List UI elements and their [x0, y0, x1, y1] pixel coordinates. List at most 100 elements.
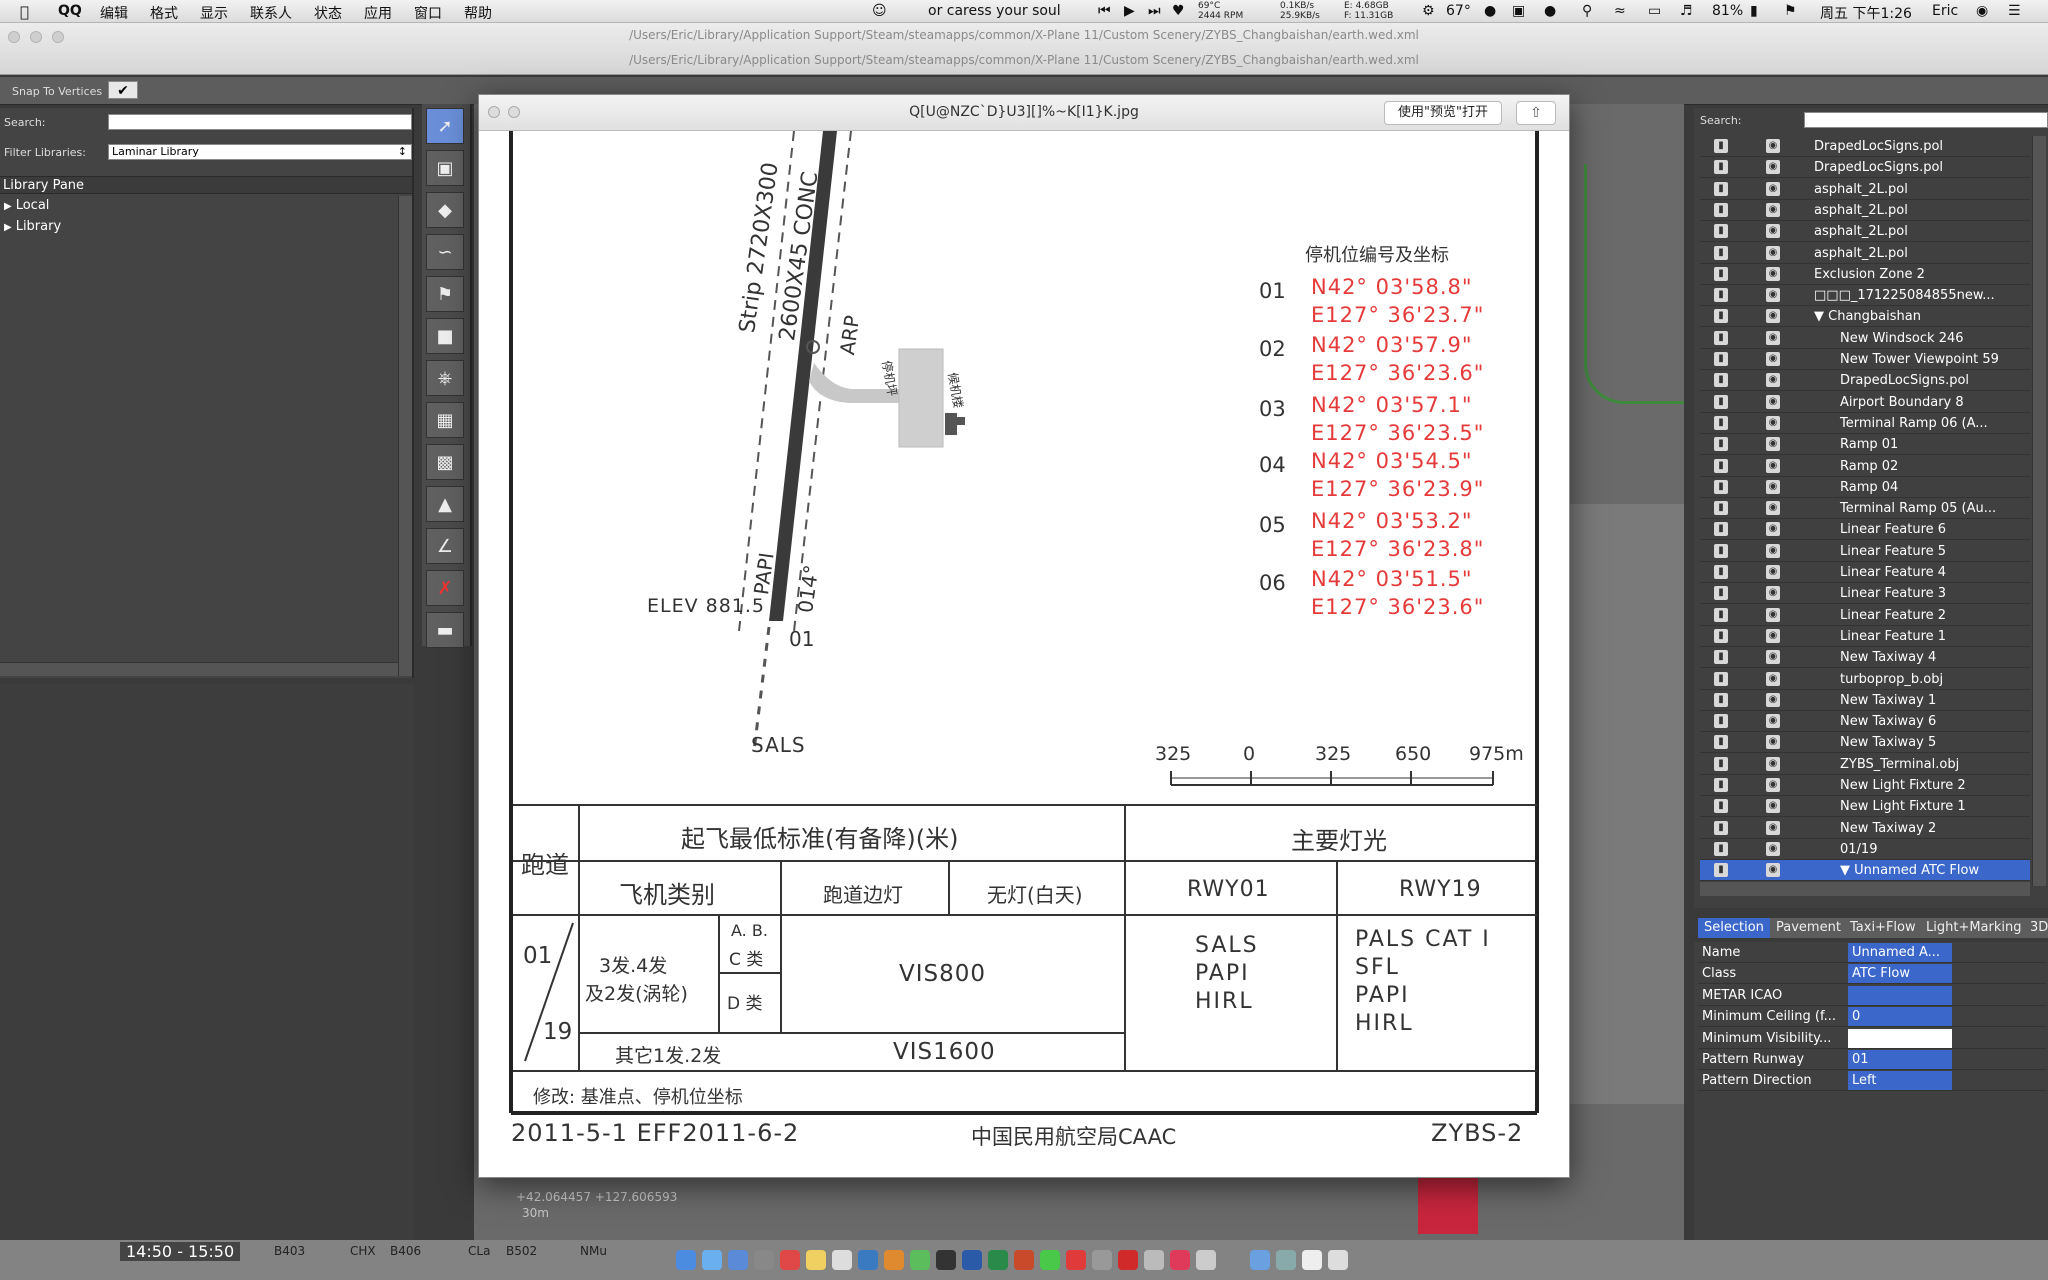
library-horizontal-scrollbar[interactable]	[0, 662, 398, 676]
property-value[interactable]: 0	[1848, 1007, 1952, 1027]
scene-row[interactable]: ▮ ◉ DrapedLocSigns.pol	[1700, 136, 2030, 157]
lock-icon[interactable]: ▮	[1714, 628, 1728, 643]
library-vertical-scrollbar[interactable]	[398, 196, 412, 676]
visibility-icon[interactable]: ◉	[1766, 458, 1780, 473]
visibility-icon[interactable]: ◉	[1766, 224, 1780, 239]
visibility-icon[interactable]: ◉	[1766, 352, 1780, 366]
hierarchy-horizontal-scrollbar[interactable]	[1700, 882, 2030, 896]
previous-track-icon[interactable]: ⏮	[1098, 3, 1111, 19]
exclusion-tool-button[interactable]: ✗	[426, 570, 464, 606]
lock-icon[interactable]: ▮	[1714, 139, 1728, 153]
notification-center-icon[interactable]: ☰	[2008, 3, 2021, 19]
sign-tool-button[interactable]: ⎈	[426, 360, 464, 396]
qq-icon[interactable]: ●	[1484, 3, 1496, 19]
visibility-icon[interactable]: ◉	[1766, 778, 1780, 792]
lock-icon[interactable]: ▮	[1714, 181, 1728, 196]
visibility-icon[interactable]: ◉	[1766, 820, 1780, 835]
lock-icon[interactable]: ▮	[1714, 330, 1728, 345]
scene-row[interactable]: ▮ ◉ asphalt_2L.pol	[1700, 179, 2030, 200]
volume-icon[interactable]: ♬	[1680, 3, 1693, 19]
tab-taxi-flow[interactable]: Taxi+Flow	[1844, 918, 1922, 938]
hierarchy-search-input[interactable]	[1804, 112, 2048, 128]
lock-icon[interactable]: ▮	[1714, 522, 1728, 537]
scene-row[interactable]: ▮ ◉ New Taxiway 4	[1700, 647, 2030, 669]
lock-icon[interactable]: ▮	[1714, 373, 1728, 388]
airplay-icon[interactable]: ▭	[1648, 3, 1661, 19]
menu-help[interactable]: 帮助	[464, 3, 492, 23]
lock-icon[interactable]: ▮	[1714, 224, 1728, 239]
menu-edit[interactable]: 编辑	[100, 3, 128, 23]
menu-view[interactable]: 显示	[200, 3, 228, 23]
menu-contacts[interactable]: 联系人	[250, 3, 292, 23]
scene-row[interactable]: ▮ ◉ ZYBS_Terminal.obj	[1700, 754, 2030, 775]
scene-row[interactable]: ▮ ◉ New Taxiway 6	[1700, 711, 2030, 733]
lock-icon[interactable]: ▮	[1714, 778, 1728, 792]
scene-row[interactable]: ▮ ◉ Airport Boundary 8	[1700, 392, 2030, 413]
visibility-icon[interactable]: ◉	[1766, 692, 1780, 707]
lock-icon[interactable]: ▮	[1714, 160, 1728, 175]
tab-selection[interactable]: Selection	[1698, 918, 1770, 938]
scene-row[interactable]: ▮ ◉ New Taxiway 1	[1700, 690, 2030, 711]
tab-3d[interactable]: 3D	[2024, 918, 2048, 938]
apple-icon[interactable]: 	[20, 3, 29, 21]
scene-row[interactable]: ▮ ◉ New Light Fixture 1	[1700, 796, 2030, 818]
visibility-icon[interactable]: ◉	[1766, 415, 1780, 430]
lock-icon[interactable]: ▮	[1714, 245, 1728, 260]
scene-row[interactable]: ▮ ◉ DrapedLocSigns.pol	[1700, 157, 2030, 179]
lock-icon[interactable]: ▮	[1714, 543, 1728, 558]
scene-row[interactable]: ▮ ◉ Linear Feature 3	[1700, 583, 2030, 605]
scene-row[interactable]: ▮ ◉ Terminal Ramp 06 (A...	[1700, 413, 2030, 434]
scene-row[interactable]: ▮ ◉ asphalt_2L.pol	[1700, 221, 2030, 243]
weather-icon[interactable]: ⚙	[1422, 3, 1435, 19]
windsock-tool-button[interactable]: ⚑	[426, 276, 464, 312]
object-tool-button[interactable]: ■	[426, 318, 464, 354]
menu-format[interactable]: 格式	[150, 3, 178, 23]
visibility-icon[interactable]: ◉	[1766, 202, 1780, 217]
lock-icon[interactable]: ▮	[1714, 394, 1728, 409]
lock-icon[interactable]: ▮	[1714, 735, 1728, 750]
lock-icon[interactable]: ▮	[1714, 415, 1728, 430]
visibility-icon[interactable]: ◉	[1766, 181, 1780, 196]
menu-window[interactable]: 窗口	[414, 3, 442, 23]
facade-tool-button[interactable]: ▦	[426, 402, 464, 438]
tab-pavement[interactable]: Pavement	[1770, 918, 1847, 938]
hierarchy-vertical-scrollbar[interactable]	[2032, 136, 2046, 886]
visibility-icon[interactable]: ◉	[1766, 565, 1780, 579]
property-value[interactable]	[1848, 1028, 1952, 1048]
library-item-local[interactable]: ▶ Local	[4, 198, 49, 213]
scene-row[interactable]: ▮ ◉ □□□_171225084855new...	[1700, 285, 2030, 307]
scene-row[interactable]: ▮ ◉ Linear Feature 4	[1700, 562, 2030, 583]
visibility-icon[interactable]: ◉	[1766, 501, 1780, 516]
siri-icon[interactable]: ◉	[1976, 3, 1988, 19]
open-with-preview-button[interactable]: 使用"预览"打开	[1384, 101, 1502, 125]
visibility-icon[interactable]: ◉	[1766, 309, 1780, 324]
library-search-input[interactable]	[108, 114, 412, 130]
property-value[interactable]: 01	[1848, 1050, 1952, 1069]
truck-tool-button[interactable]: ▬	[426, 612, 464, 648]
sealane-tool-button[interactable]: ◆	[426, 192, 464, 228]
heart-icon[interactable]: ♥	[1172, 3, 1185, 19]
scene-row[interactable]: ▮ ◉ DrapedLocSigns.pol	[1700, 370, 2030, 392]
scene-row[interactable]: ▮ ◉ New Taxiway 5	[1700, 732, 2030, 754]
input-flag-icon[interactable]: ⚑	[1784, 3, 1797, 19]
taxiway-tool-button[interactable]: ∽	[426, 234, 464, 270]
search-icon[interactable]: ⚲	[1582, 3, 1592, 19]
visibility-icon[interactable]: ◉	[1766, 799, 1780, 814]
display-icon[interactable]: ▣	[1512, 3, 1525, 19]
visibility-icon[interactable]: ◉	[1766, 650, 1780, 665]
lock-icon[interactable]: ▮	[1714, 820, 1728, 835]
menu-qq[interactable]: QQ	[58, 3, 82, 19]
disclosure-triangle-icon[interactable]: ▶	[4, 201, 12, 212]
scene-row[interactable]: ▮ ◉ New Windsock 246	[1700, 328, 2030, 349]
property-value[interactable]: Left	[1848, 1071, 1952, 1091]
scene-row[interactable]: ▮ ◉ ▼ Changbaishan	[1700, 306, 2030, 328]
lock-icon[interactable]: ▮	[1714, 863, 1728, 878]
visibility-icon[interactable]: ◉	[1766, 330, 1780, 345]
scene-row[interactable]: ▮ ◉ 01/19	[1700, 839, 2030, 860]
snap-to-vertices-checkbox[interactable]: ✔	[108, 81, 138, 99]
visibility-icon[interactable]: ◉	[1766, 607, 1780, 622]
visibility-icon[interactable]: ◉	[1766, 266, 1780, 281]
scene-row[interactable]: ▮ ◉ Linear Feature 5	[1700, 541, 2030, 562]
lock-icon[interactable]: ▮	[1714, 288, 1728, 303]
disclosure-triangle-icon[interactable]: ▶	[4, 222, 12, 233]
